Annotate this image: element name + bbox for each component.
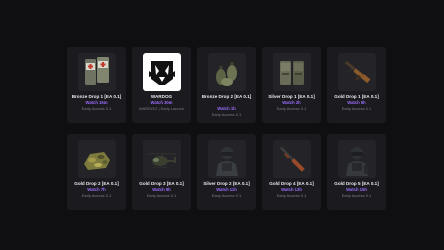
drop-campaign: Early Access 0.1 (81, 193, 112, 198)
drop-campaign: Early Access 0.1 (146, 193, 177, 198)
watch-time: Watch 30m (150, 100, 173, 105)
wolf-logo-icon (144, 55, 179, 89)
drop-card[interactable]: Gold Drop 5 [EA 0.1] Watch 15h Early Acc… (327, 134, 386, 210)
soldier-icon (215, 147, 238, 176)
drop-card[interactable]: Silver Drop 1 [EA 0.1] Watch 2h Early Ac… (262, 47, 321, 123)
drop-thumbnail (77, 53, 116, 91)
drop-thumbnail (272, 53, 311, 91)
drop-thumbnail (207, 53, 246, 91)
drop-card[interactable]: Gold Drop 1 [EA 0.1] Watch 5h Early Acce… (327, 47, 386, 123)
soldier-icon (345, 147, 368, 176)
drop-campaign: Early Access 0.1 (211, 193, 242, 198)
drop-title: Bronze Drop 1 [EA 0.1] (71, 94, 122, 99)
drop-card[interactable]: Gold Drop 3 [EA 0.1] Watch 9h Early Acce… (132, 134, 191, 210)
watch-time: Watch 15h (346, 187, 367, 192)
ammo-pouch-icon (279, 61, 304, 85)
medkit-icon (84, 57, 109, 85)
drop-card[interactable]: Gold Drop 4 [EA 0.1] Watch 13h Early Acc… (262, 134, 321, 210)
shotgun-icon (279, 146, 305, 172)
drop-campaign: Early Access 0.1 (341, 106, 372, 111)
drop-thumbnail (77, 140, 116, 178)
watch-time: Watch 15m (85, 100, 108, 105)
watch-time: Watch 5h (347, 100, 366, 105)
drop-thumbnail (272, 140, 311, 178)
drop-thumbnail (207, 140, 246, 178)
drop-title: Gold Drop 4 [EA 0.1] (269, 181, 314, 186)
drop-title: Bronze Drop 2 [EA 0.1] (201, 94, 252, 99)
grenades-icon (215, 62, 237, 86)
drop-campaign: Early Access 0.1 (211, 111, 242, 117)
drop-title: Silver Drop 2 [EA 0.1] (203, 181, 250, 186)
drop-card[interactable]: Bronze Drop 2 [EA 0.1] Watch 1h Early Ac… (197, 47, 256, 123)
drop-thumbnail (142, 140, 181, 178)
drop-title: Gold Drop 1 [EA 0.1] (334, 94, 379, 99)
drop-thumbnail (142, 53, 181, 91)
drops-grid: Bronze Drop 1 [EA 0.1] Watch 15m Early A… (67, 47, 386, 210)
drop-campaign: WARDOG | Early Launch (139, 106, 184, 111)
drop-card[interactable]: WARDOG Watch 30m WARDOG | Early Launch (132, 47, 191, 123)
watch-time: Watch 7h (87, 187, 106, 192)
drop-thumbnail (337, 140, 376, 178)
drop-campaign: Early Access 0.1 (276, 106, 307, 111)
drop-title: Gold Drop 3 [EA 0.1] (139, 181, 184, 186)
watch-time: Watch 1h (217, 105, 236, 111)
drop-title: Silver Drop 1 [EA 0.1] (268, 94, 315, 99)
drop-title: WARDOG (150, 94, 173, 99)
rifle-icon (344, 60, 370, 84)
watch-time: Watch 11h (216, 187, 237, 192)
camo-vehicle-icon (83, 152, 110, 170)
drop-thumbnail (337, 53, 376, 91)
helicopter-icon (147, 153, 176, 168)
watch-time: Watch 2h (282, 100, 301, 105)
drop-card[interactable]: Bronze Drop 1 [EA 0.1] Watch 15m Early A… (67, 47, 126, 123)
drop-campaign: Early Access 0.1 (341, 193, 372, 198)
drops-page: Bronze Drop 1 [EA 0.1] Watch 15m Early A… (0, 0, 444, 250)
drop-card[interactable]: Silver Drop 2 [EA 0.1] Watch 11h Early A… (197, 134, 256, 210)
drop-title: Gold Drop 5 [EA 0.1] (334, 181, 379, 186)
drop-card[interactable]: Gold Drop 2 [EA 0.1] Watch 7h Early Acce… (67, 134, 126, 210)
drop-campaign: Early Access 0.1 (276, 193, 307, 198)
watch-time: Watch 13h (281, 187, 302, 192)
drop-title: Gold Drop 2 [EA 0.1] (74, 181, 119, 186)
drop-campaign: Early Access 0.1 (81, 106, 112, 111)
watch-time: Watch 9h (152, 187, 171, 192)
